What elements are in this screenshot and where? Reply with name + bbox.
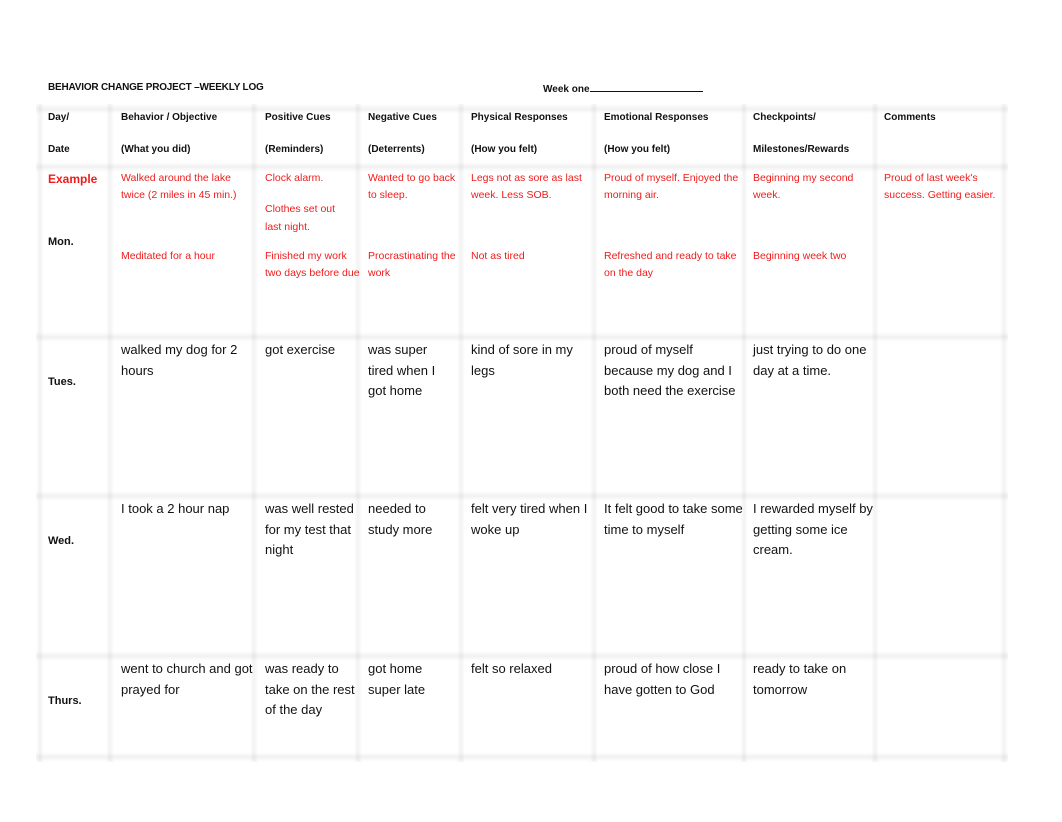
row-day-thurs: Thurs. xyxy=(48,695,82,707)
cell-negative[interactable]: was super tired when I got home xyxy=(368,340,453,402)
cell-positive[interactable]: was well rested for my test that night xyxy=(265,499,360,561)
cell-checkpoints[interactable]: I rewarded myself by getting some ice cr… xyxy=(753,499,873,561)
header-day: Day/ xyxy=(48,112,70,123)
cell-comments[interactable] xyxy=(884,499,999,639)
row-day-wed: Wed. xyxy=(48,535,75,547)
cell-positive[interactable]: got exercise xyxy=(265,340,360,361)
cell-negative[interactable]: got home super late xyxy=(368,659,453,700)
cell-emotional[interactable]: proud of how close I have gotten to God xyxy=(604,659,744,700)
header-negative-sub: (Deterrents) xyxy=(368,144,425,155)
example-physical: Legs not as sore as last week. Less SOB. xyxy=(471,172,582,201)
cell-checkpoints[interactable]: Beginning week two xyxy=(753,248,873,265)
header-physical-sub: (How you felt) xyxy=(471,144,538,155)
cell-checkpoints[interactable]: just trying to do one day at a time. xyxy=(753,340,873,381)
week-label-text: Week one xyxy=(543,84,590,95)
header-physical-responses: Physical Responses xyxy=(471,112,568,123)
row-day-tues: Tues. xyxy=(48,376,76,388)
cell-negative[interactable]: Procrastinating the work xyxy=(368,248,458,281)
header-comments: Comments xyxy=(884,112,936,123)
cell-behavior[interactable]: I took a 2 hour nap xyxy=(121,499,256,520)
example-label: Example xyxy=(48,172,98,186)
example-comments: Proud of last week's success. Getting ea… xyxy=(884,172,996,201)
table-border xyxy=(457,104,465,762)
cell-physical[interactable]: felt very tired when I woke up xyxy=(471,499,596,540)
week-label: Week one xyxy=(543,82,703,95)
header-behavior-sub: (What you did) xyxy=(121,144,191,155)
cell-behavior[interactable]: went to church and got prayed for xyxy=(121,659,256,700)
header-date: Date xyxy=(48,144,70,155)
header-behavior: Behavior / Objective xyxy=(121,112,218,123)
cell-physical[interactable]: Not as tired xyxy=(471,248,596,265)
header-emotional-responses: Emotional Responses xyxy=(604,112,709,123)
header-positive-sub: (Reminders) xyxy=(265,144,324,155)
example-behavior: Walked around the lake twice (2 miles in… xyxy=(121,172,237,201)
cell-checkpoints[interactable]: ready to take on tomorrow xyxy=(753,659,873,700)
cell-emotional[interactable]: Refreshed and ready to take on the day xyxy=(604,248,739,281)
cell-emotional[interactable]: It felt good to take some time to myself xyxy=(604,499,744,540)
header-checkpoints: Checkpoints/ xyxy=(753,112,816,123)
table-border xyxy=(36,752,1008,762)
cell-physical[interactable]: felt so relaxed xyxy=(471,659,596,680)
example-negative: Wanted to go back to sleep. xyxy=(368,172,456,201)
cell-physical[interactable]: kind of sore in my legs xyxy=(471,340,591,381)
header-checkpoints-sub: Milestones/Rewards xyxy=(753,144,850,155)
header-positive-cues: Positive Cues xyxy=(265,112,331,123)
header-emotional-sub: (How you felt) xyxy=(604,144,671,155)
cell-emotional[interactable]: proud of myself because my dog and I bot… xyxy=(604,340,744,402)
cell-behavior[interactable]: Meditated for a hour xyxy=(121,248,256,265)
week-blank-line[interactable] xyxy=(589,82,703,92)
table-border xyxy=(36,104,44,762)
example-checkpoints: Beginning my second week. xyxy=(753,172,854,201)
cell-positive[interactable]: Finished my work two days before due xyxy=(265,248,360,281)
row-day-mon: Mon. xyxy=(48,236,74,248)
example-positive-2: Clothes set out last night. xyxy=(265,203,336,233)
example-emotional: Proud of myself. Enjoyed the morning air… xyxy=(604,172,739,201)
cell-negative[interactable]: needed to study more xyxy=(368,499,458,540)
cell-comments[interactable] xyxy=(884,340,999,480)
cell-comments[interactable] xyxy=(884,659,999,749)
example-positive-1: Clock alarm. xyxy=(265,172,324,184)
cell-positive[interactable]: was ready to take on the rest of the day xyxy=(265,659,360,721)
document-title: BEHAVIOR CHANGE PROJECT –WEEKLY LOG xyxy=(48,82,264,93)
table-border xyxy=(106,104,114,762)
cell-behavior[interactable]: walked my dog for 2 hours xyxy=(121,340,256,381)
header-negative-cues: Negative Cues xyxy=(368,112,437,123)
